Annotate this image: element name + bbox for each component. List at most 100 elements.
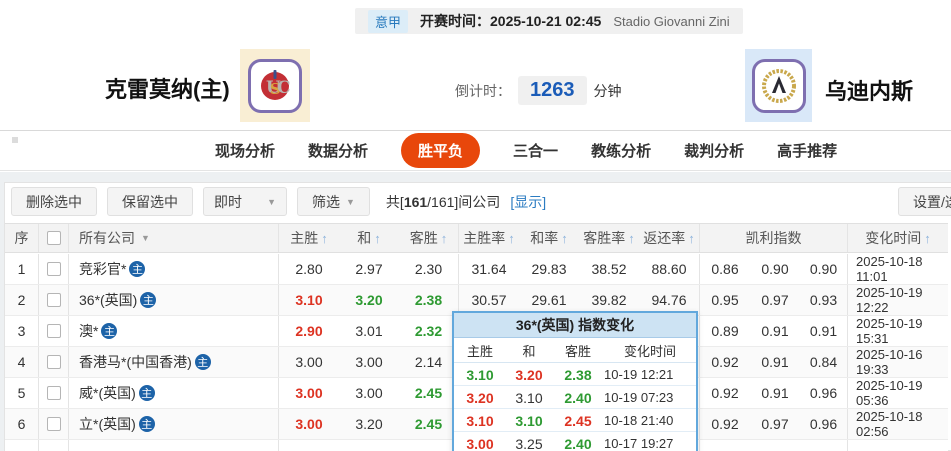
row-seq: 6 [5, 409, 39, 439]
away-team-logo [745, 49, 812, 122]
home-tag-icon: 主 [129, 261, 145, 277]
svg-text:C: C [277, 78, 291, 98]
company-name[interactable]: 36*(英国) [79, 290, 137, 310]
change-time: 2025-10-16 19:33 [848, 347, 948, 377]
show-link[interactable]: [显示] [510, 192, 546, 212]
kelly-value: 0.97 [750, 409, 800, 439]
company-name[interactable]: 香港马*(中国香港) [79, 352, 192, 372]
kelly-value: 0.95 [700, 285, 750, 315]
col-change-time[interactable]: 变化时间↑ [848, 224, 948, 252]
draw-odds[interactable]: 3.00 [339, 347, 399, 377]
delete-selected-button[interactable]: 删除选中 [11, 187, 97, 216]
keep-selected-button[interactable]: 保留选中 [107, 187, 193, 216]
nav-tab[interactable]: 三合一 [513, 140, 558, 161]
away-odds[interactable]: 2.14 [399, 347, 459, 377]
home-odds[interactable]: 3.10 [279, 285, 339, 315]
popup-row: 3.103.202.3810-19 12:21 [454, 363, 696, 386]
nav-tab[interactable]: 裁判分析 [684, 140, 744, 161]
company-name[interactable]: 威*(英国) [79, 383, 136, 403]
kelly-value: 0.91 [750, 316, 800, 346]
popup-draw-odds: 3.25 [506, 432, 552, 451]
settings-select-button[interactable]: 设置/选择 [898, 187, 951, 216]
draw-odds[interactable]: 3.20 [339, 285, 399, 315]
col-away-odds[interactable]: 客胜↑ [399, 224, 459, 252]
row-seq: 3 [5, 316, 39, 346]
col-draw-odds[interactable]: 和↑ [339, 224, 399, 252]
kelly-value: 0.92 [700, 347, 750, 377]
kelly-value: 0.84 [800, 347, 848, 377]
draw-odds[interactable]: 3.01 [339, 316, 399, 346]
row-seq: 4 [5, 347, 39, 377]
popup-row: 3.103.102.4510-18 21:40 [454, 409, 696, 432]
sort-up-icon: ↑ [508, 231, 515, 246]
select-all-checkbox[interactable] [47, 231, 61, 245]
row-checkbox[interactable] [47, 262, 61, 276]
change-time: 2025-10-18 11:01 [848, 254, 948, 284]
home-tag-icon: 主 [140, 292, 156, 308]
filter-dropdown[interactable]: 筛选 ▼ [297, 187, 370, 216]
nav-tab[interactable]: 教练分析 [591, 140, 651, 161]
nav-tab[interactable]: 现场分析 [215, 140, 275, 161]
chevron-down-icon: ▼ [267, 197, 276, 207]
home-odds[interactable]: 2.90 [279, 316, 339, 346]
sort-up-icon: ↑ [628, 231, 635, 246]
draw-odds[interactable]: 2.97 [339, 254, 399, 284]
popup-draw-odds: 3.10 [506, 386, 552, 409]
company-name[interactable]: 竞彩官* [79, 259, 126, 279]
live-dropdown[interactable]: 即时 ▼ [203, 187, 287, 216]
row-checkbox[interactable] [47, 293, 61, 307]
away-odds[interactable]: 2.38 [399, 285, 459, 315]
countdown-unit: 分钟 [594, 81, 622, 101]
kelly-value: 0.91 [800, 316, 848, 346]
away-odds[interactable]: 2.45 [399, 378, 459, 408]
company-count: 共[161/161]间公司 [386, 192, 500, 212]
draw-odds[interactable]: 3.00 [339, 378, 399, 408]
row-checkbox[interactable] [47, 417, 61, 431]
popup-change-time: 10-19 12:21 [604, 363, 696, 386]
col-company[interactable]: 所有公司 ▼ [69, 224, 279, 252]
rate-value: 38.52 [579, 254, 639, 284]
popup-home-odds: 3.10 [454, 409, 506, 432]
away-odds[interactable]: 2.30 [399, 254, 459, 284]
col-home-odds[interactable]: 主胜↑ [279, 224, 339, 252]
company-cell: 36*(英国)主 [69, 285, 279, 315]
home-odds[interactable]: 3.00 [279, 378, 339, 408]
draw-odds[interactable]: 3.20 [339, 409, 399, 439]
col-draw-rate[interactable]: 和率↑ [519, 224, 579, 252]
row-checkbox[interactable] [47, 324, 61, 338]
nav-tab[interactable]: 胜平负 [401, 133, 480, 168]
nav-tab[interactable]: 数据分析 [308, 140, 368, 161]
away-odds[interactable]: 2.45 [399, 409, 459, 439]
row-seq: 2 [5, 285, 39, 315]
company-name[interactable]: 澳* [79, 321, 98, 341]
row-checkbox[interactable] [47, 355, 61, 369]
sort-up-icon: ↑ [924, 231, 931, 246]
stadium-name: Stadio Giovanni Zini [613, 14, 729, 29]
popup-away-odds: 2.45 [552, 409, 604, 432]
col-seq: 序 [5, 224, 39, 252]
popup-change-time: 10-17 19:27 [604, 432, 696, 451]
popup-home-odds: 3.00 [454, 432, 506, 451]
col-return-rate[interactable]: 返还率↑ [639, 224, 700, 252]
col-away-rate[interactable]: 客胜率↑ [579, 224, 639, 252]
chevron-down-icon: ▼ [346, 197, 355, 207]
popup-col-draw: 和 [506, 338, 552, 363]
row-checkbox[interactable] [47, 386, 61, 400]
col-home-rate[interactable]: 主胜率↑ [459, 224, 519, 252]
company-cell: 竞彩官*主 [69, 254, 279, 284]
popup-change-time: 10-19 07:23 [604, 386, 696, 409]
popup-away-odds: 2.40 [552, 432, 604, 451]
col-kelly: 凯利指数 [700, 224, 848, 252]
toolbar: 删除选中 保留选中 即时 ▼ 筛选 ▼ 共[161/161]间公司 [显示] [11, 187, 546, 216]
nav-tab[interactable]: 高手推荐 [777, 140, 837, 161]
league-badge[interactable]: 意甲 [368, 10, 408, 33]
home-odds[interactable]: 3.00 [279, 409, 339, 439]
home-odds[interactable]: 3.00 [279, 347, 339, 377]
countdown: 倒计时： 1263 分钟 [455, 76, 622, 105]
kelly-value: 0.90 [750, 254, 800, 284]
company-name[interactable]: 立*(英国) [79, 414, 136, 434]
home-odds[interactable]: 2.80 [279, 254, 339, 284]
popup-home-odds: 3.10 [454, 363, 506, 386]
away-odds[interactable]: 2.32 [399, 316, 459, 346]
kelly-value: 0.86 [700, 254, 750, 284]
